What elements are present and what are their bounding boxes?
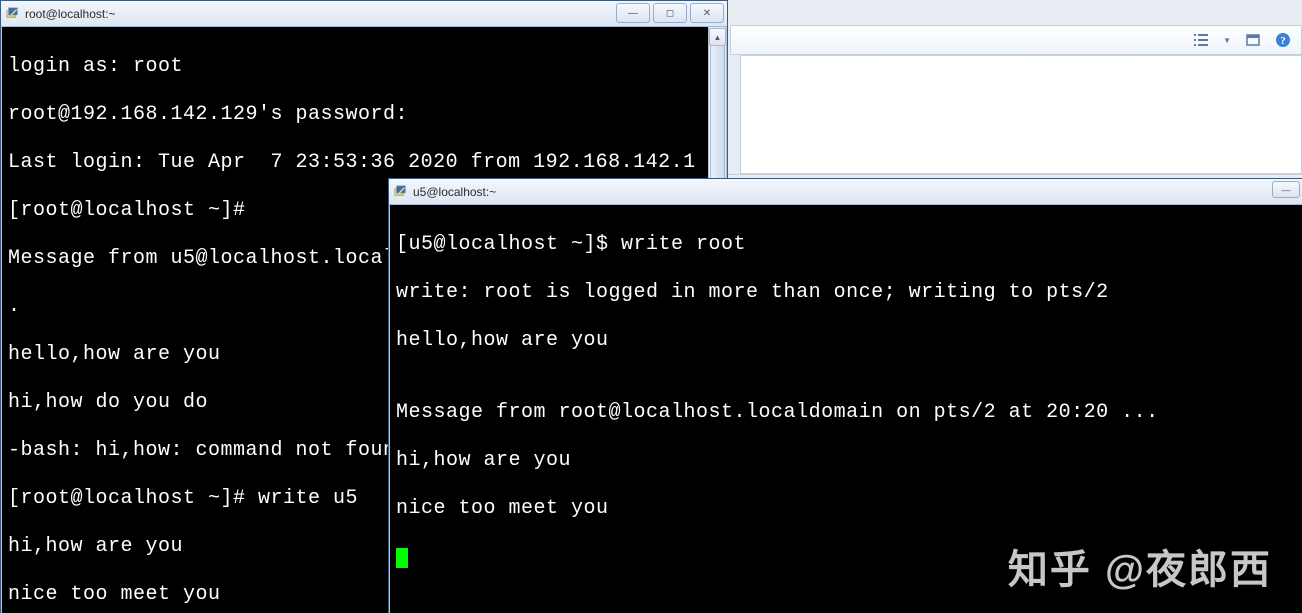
svg-text:?: ? [1280, 35, 1286, 47]
title-text-root: root@localhost:~ [25, 7, 616, 21]
minimize-button[interactable]: — [1272, 181, 1300, 198]
maximize-button[interactable]: ◻ [653, 3, 687, 23]
minimize-button[interactable]: — [616, 3, 650, 23]
term-line: [u5@localhost ~]$ write root [396, 233, 1296, 257]
term-line: write: root is logged in more than once;… [396, 281, 1296, 305]
window-controls-root: — ◻ ✕ [616, 1, 727, 26]
list-view-icon[interactable] [1193, 32, 1209, 48]
background-panel [740, 55, 1302, 174]
term-line: Message from root@localhost.localdomain … [396, 401, 1296, 425]
titlebar-root[interactable]: root@localhost:~ — ◻ ✕ [1, 1, 727, 27]
window-icon[interactable] [1245, 32, 1261, 48]
term-line: nice too meet you [396, 497, 1296, 521]
close-button[interactable]: ✕ [690, 3, 724, 23]
titlebar-u5[interactable]: u5@localhost:~ — [389, 179, 1302, 205]
title-text-u5: u5@localhost:~ [413, 185, 1272, 199]
watermark-text: 知乎 @夜郎西 [1008, 537, 1272, 595]
term-line: root@192.168.142.129's password: [8, 103, 703, 127]
scroll-up-button[interactable]: ▲ [709, 28, 726, 46]
putty-icon [5, 6, 21, 22]
term-line: Last login: Tue Apr 7 23:53:36 2020 from… [8, 151, 703, 175]
putty-icon [393, 184, 409, 200]
term-line: login as: root [8, 55, 703, 79]
background-toolbar: ▼ ? [730, 25, 1302, 55]
desktop: ▼ ? root@localhost:~ — ◻ ✕ login as: roo… [0, 0, 1302, 613]
cursor-icon [396, 548, 408, 568]
term-line: hi,how are you [396, 449, 1296, 473]
term-line: hello,how are you [396, 329, 1296, 353]
help-icon[interactable]: ? [1275, 32, 1291, 48]
window-controls-u5: — [1272, 179, 1302, 204]
